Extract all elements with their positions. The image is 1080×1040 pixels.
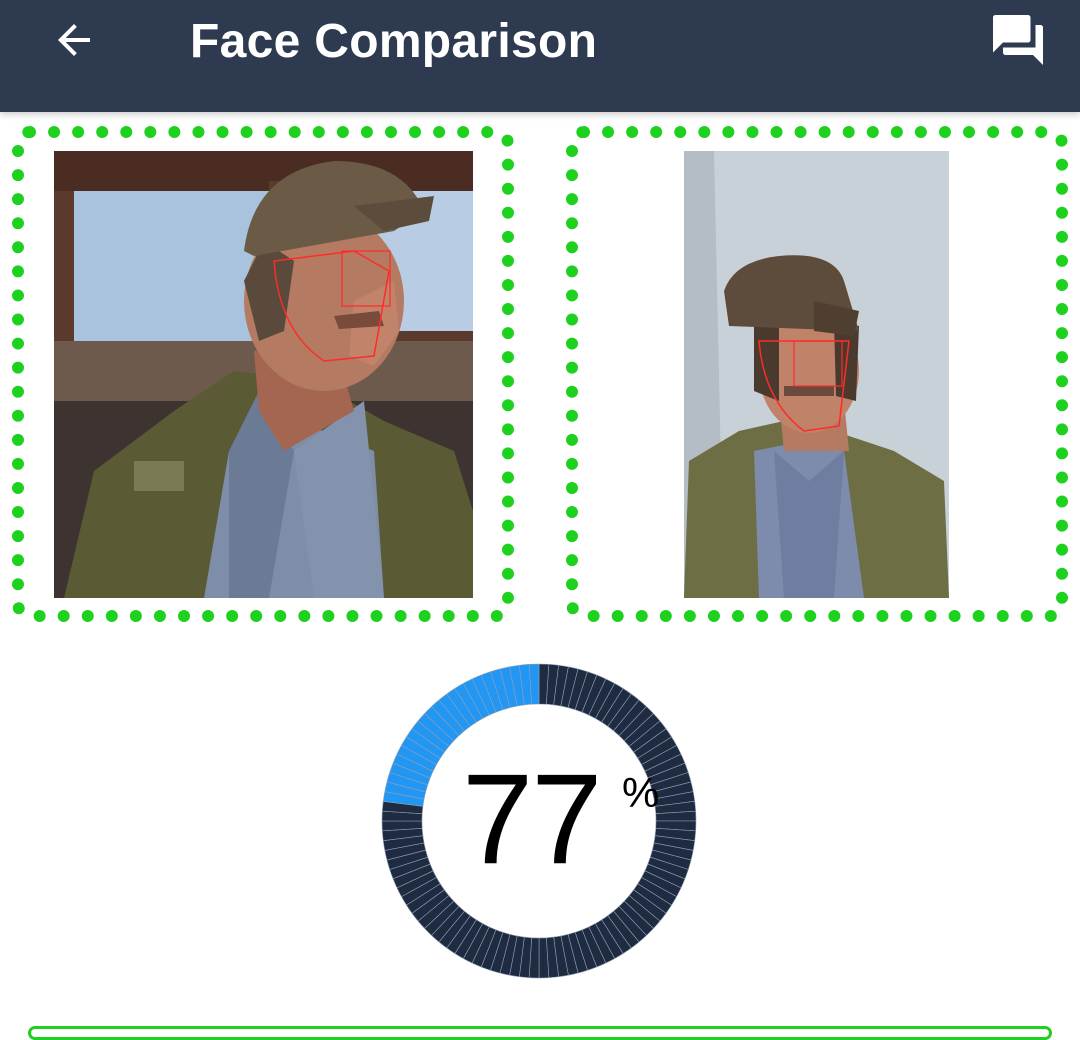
back-button[interactable]	[42, 8, 106, 72]
app-bar: Face Comparison	[0, 0, 1080, 112]
first-face-photo	[54, 151, 473, 598]
page-title: Face Comparison	[190, 15, 598, 68]
compare-button[interactable]	[28, 1026, 1052, 1040]
similarity-unit: %	[622, 769, 660, 816]
question-answer-icon	[993, 15, 1043, 65]
similarity-value: 77	[462, 748, 602, 891]
help-button[interactable]	[984, 6, 1052, 74]
second-face-photo	[684, 151, 949, 598]
arrow-left-icon	[58, 24, 90, 56]
